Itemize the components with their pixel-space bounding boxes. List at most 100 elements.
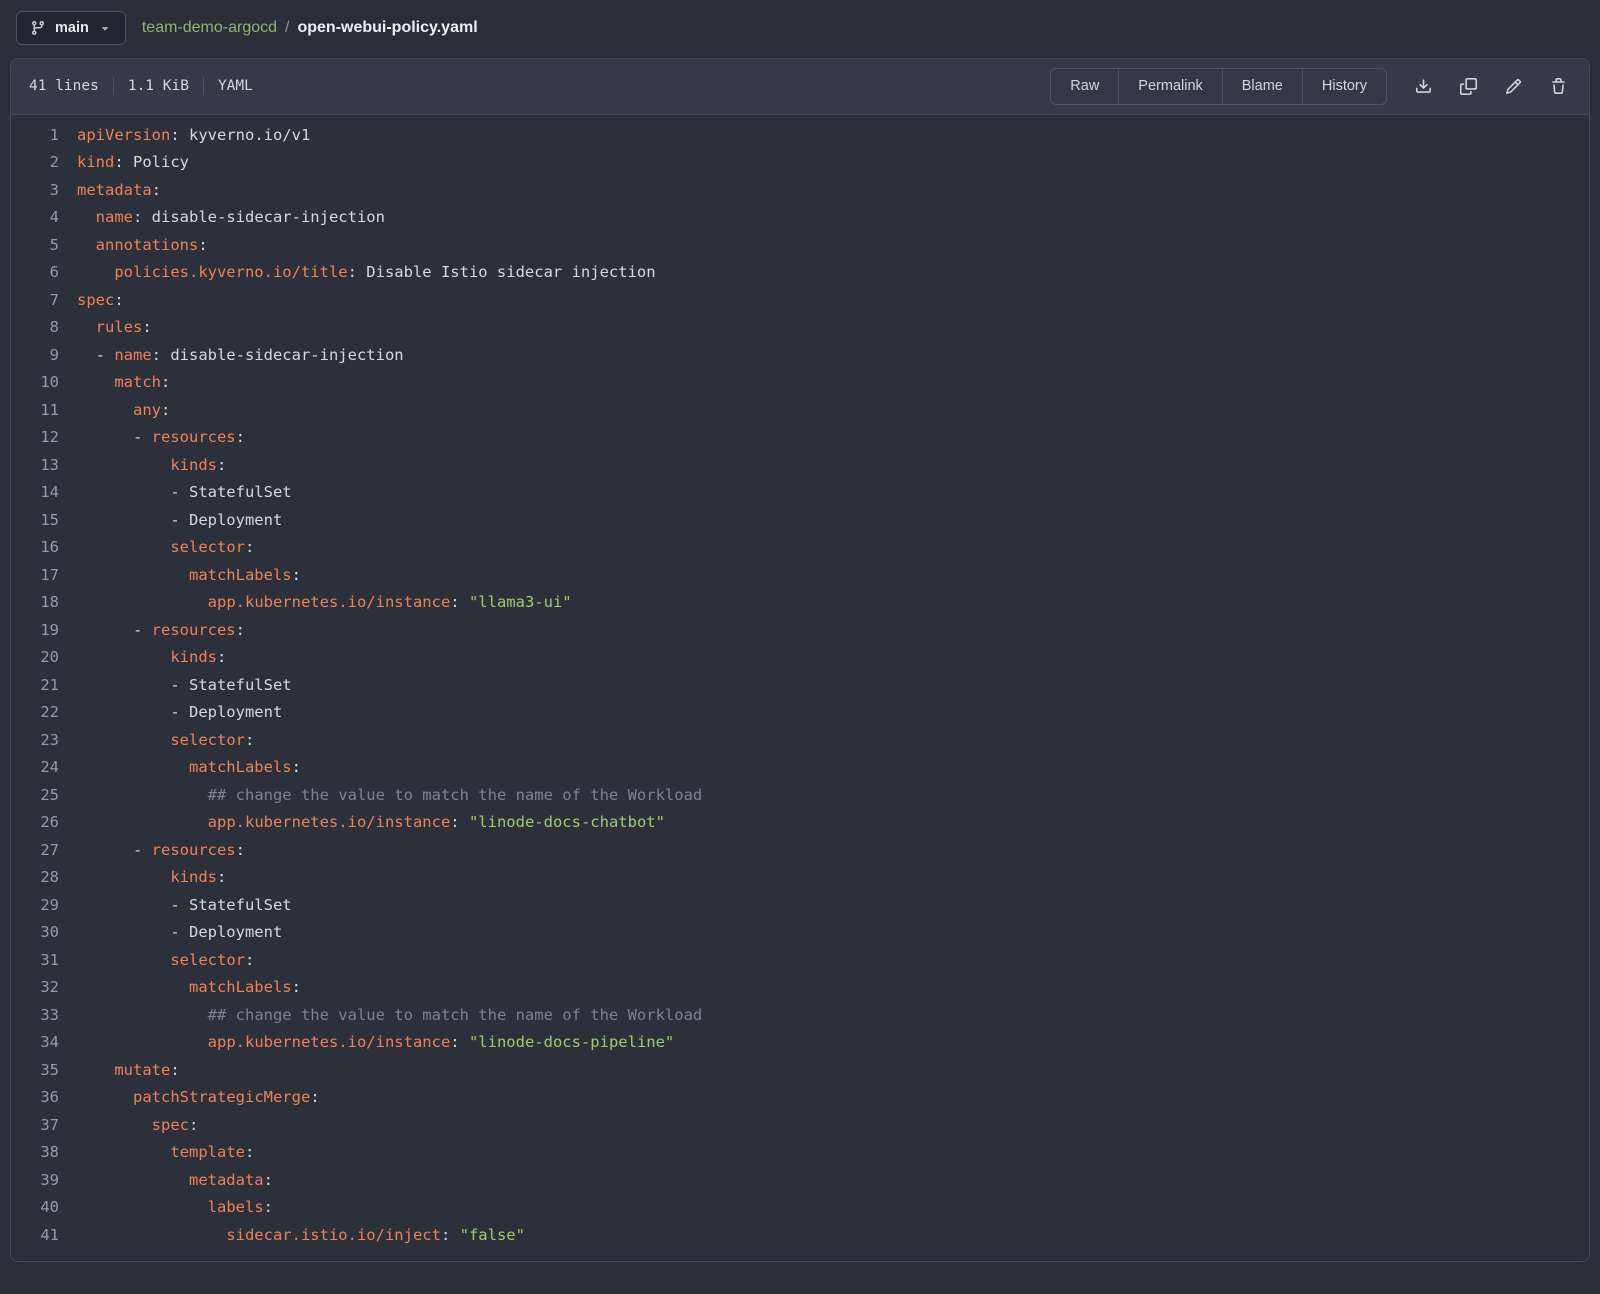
line-number[interactable]: 5 xyxy=(11,232,77,260)
copy-icon xyxy=(1460,78,1477,95)
line-number[interactable]: 22 xyxy=(11,699,77,727)
code-line-content: - resources: xyxy=(77,837,245,865)
line-number[interactable]: 30 xyxy=(11,919,77,947)
line-number[interactable]: 35 xyxy=(11,1057,77,1085)
code-line-content: kinds: xyxy=(77,644,226,672)
code-line: 11 any: xyxy=(11,397,1589,425)
delete-file-button[interactable] xyxy=(1548,76,1569,97)
line-number[interactable]: 31 xyxy=(11,947,77,975)
code-line-content: metadata: xyxy=(77,177,161,205)
line-number[interactable]: 11 xyxy=(11,397,77,425)
edit-file-button[interactable] xyxy=(1503,76,1524,97)
file-header: 41 lines 1.1 KiB YAML Raw Permalink Blam… xyxy=(11,59,1589,115)
file-size: 1.1 KiB xyxy=(128,78,189,94)
line-number[interactable]: 28 xyxy=(11,864,77,892)
line-number[interactable]: 29 xyxy=(11,892,77,920)
line-number[interactable]: 15 xyxy=(11,507,77,535)
code-line: 9 - name: disable-sidecar-injection xyxy=(11,342,1589,370)
file-viewer: 41 lines 1.1 KiB YAML Raw Permalink Blam… xyxy=(10,58,1590,1262)
line-number[interactable]: 25 xyxy=(11,782,77,810)
line-number[interactable]: 21 xyxy=(11,672,77,700)
file-info: 41 lines 1.1 KiB YAML xyxy=(29,77,253,95)
line-number[interactable]: 24 xyxy=(11,754,77,782)
code-line-content: annotations: xyxy=(77,232,208,260)
code-line-content: app.kubernetes.io/instance: "llama3-ui" xyxy=(77,589,572,617)
line-number[interactable]: 38 xyxy=(11,1139,77,1167)
blame-button[interactable]: Blame xyxy=(1222,69,1302,104)
line-number[interactable]: 14 xyxy=(11,479,77,507)
download-icon xyxy=(1415,78,1432,95)
code-line-content: rules: xyxy=(77,314,152,342)
breadcrumb-repo-link[interactable]: team-demo-argocd xyxy=(142,19,277,37)
code-line-content: ## change the value to match the name of… xyxy=(77,1002,702,1030)
line-number[interactable]: 12 xyxy=(11,424,77,452)
file-icon-actions xyxy=(1413,76,1569,97)
code-line: 22 - Deployment xyxy=(11,699,1589,727)
breadcrumb-separator: / xyxy=(285,19,289,37)
code-line: 25 ## change the value to match the name… xyxy=(11,782,1589,810)
line-number[interactable]: 3 xyxy=(11,177,77,205)
code-line: 3metadata: xyxy=(11,177,1589,205)
code-line: 15 - Deployment xyxy=(11,507,1589,535)
code-line-content: spec: xyxy=(77,1112,198,1140)
code-line-content: - Deployment xyxy=(77,699,282,727)
line-number[interactable]: 7 xyxy=(11,287,77,315)
code-line-content: matchLabels: xyxy=(77,974,301,1002)
copy-content-button[interactable] xyxy=(1458,76,1479,97)
code-line-content: labels: xyxy=(77,1194,273,1222)
breadcrumb-file-name: open-webui-policy.yaml xyxy=(297,19,477,37)
code-line-content: any: xyxy=(77,397,170,425)
line-number[interactable]: 17 xyxy=(11,562,77,590)
code-line: 35 mutate: xyxy=(11,1057,1589,1085)
code-line: 40 labels: xyxy=(11,1194,1589,1222)
line-number[interactable]: 18 xyxy=(11,589,77,617)
line-number[interactable]: 41 xyxy=(11,1222,77,1250)
line-number[interactable]: 27 xyxy=(11,837,77,865)
line-number[interactable]: 36 xyxy=(11,1084,77,1112)
code-line-content: kinds: xyxy=(77,864,226,892)
trash-icon xyxy=(1550,78,1567,95)
code-line-content: app.kubernetes.io/instance: "linode-docs… xyxy=(77,1029,674,1057)
breadcrumb: team-demo-argocd / open-webui-policy.yam… xyxy=(142,19,478,37)
permalink-button[interactable]: Permalink xyxy=(1118,69,1221,104)
code-line-content: - StatefulSet xyxy=(77,672,292,700)
code-line-content: name: disable-sidecar-injection xyxy=(77,204,385,232)
code-line: 27 - resources: xyxy=(11,837,1589,865)
code-line: 18 app.kubernetes.io/instance: "llama3-u… xyxy=(11,589,1589,617)
line-number[interactable]: 40 xyxy=(11,1194,77,1222)
code-line: 30 - Deployment xyxy=(11,919,1589,947)
code-line-content: sidecar.istio.io/inject: "false" xyxy=(77,1222,525,1250)
code-line-content: spec: xyxy=(77,287,124,315)
line-number[interactable]: 20 xyxy=(11,644,77,672)
raw-button[interactable]: Raw xyxy=(1051,69,1118,104)
code-line-content: - StatefulSet xyxy=(77,479,292,507)
code-line-content: apiVersion: kyverno.io/v1 xyxy=(77,122,310,150)
code-line: 16 selector: xyxy=(11,534,1589,562)
line-number[interactable]: 26 xyxy=(11,809,77,837)
line-number[interactable]: 32 xyxy=(11,974,77,1002)
line-number[interactable]: 8 xyxy=(11,314,77,342)
line-number[interactable]: 39 xyxy=(11,1167,77,1195)
line-number[interactable]: 13 xyxy=(11,452,77,480)
line-number[interactable]: 6 xyxy=(11,259,77,287)
history-button[interactable]: History xyxy=(1302,69,1386,104)
code-line-content: patchStrategicMerge: xyxy=(77,1084,320,1112)
line-number[interactable]: 4 xyxy=(11,204,77,232)
line-number[interactable]: 10 xyxy=(11,369,77,397)
line-number[interactable]: 2 xyxy=(11,149,77,177)
code-line: 7spec: xyxy=(11,287,1589,315)
code-line: 19 - resources: xyxy=(11,617,1589,645)
code-line: 1apiVersion: kyverno.io/v1 xyxy=(11,122,1589,150)
code-line-content: app.kubernetes.io/instance: "linode-docs… xyxy=(77,809,665,837)
line-number[interactable]: 37 xyxy=(11,1112,77,1140)
code-line: 32 matchLabels: xyxy=(11,974,1589,1002)
line-number[interactable]: 33 xyxy=(11,1002,77,1030)
line-number[interactable]: 9 xyxy=(11,342,77,370)
download-button[interactable] xyxy=(1413,76,1434,97)
branch-selector-button[interactable]: main xyxy=(16,11,126,45)
line-number[interactable]: 23 xyxy=(11,727,77,755)
line-number[interactable]: 34 xyxy=(11,1029,77,1057)
line-number[interactable]: 16 xyxy=(11,534,77,562)
line-number[interactable]: 1 xyxy=(11,122,77,150)
line-number[interactable]: 19 xyxy=(11,617,77,645)
